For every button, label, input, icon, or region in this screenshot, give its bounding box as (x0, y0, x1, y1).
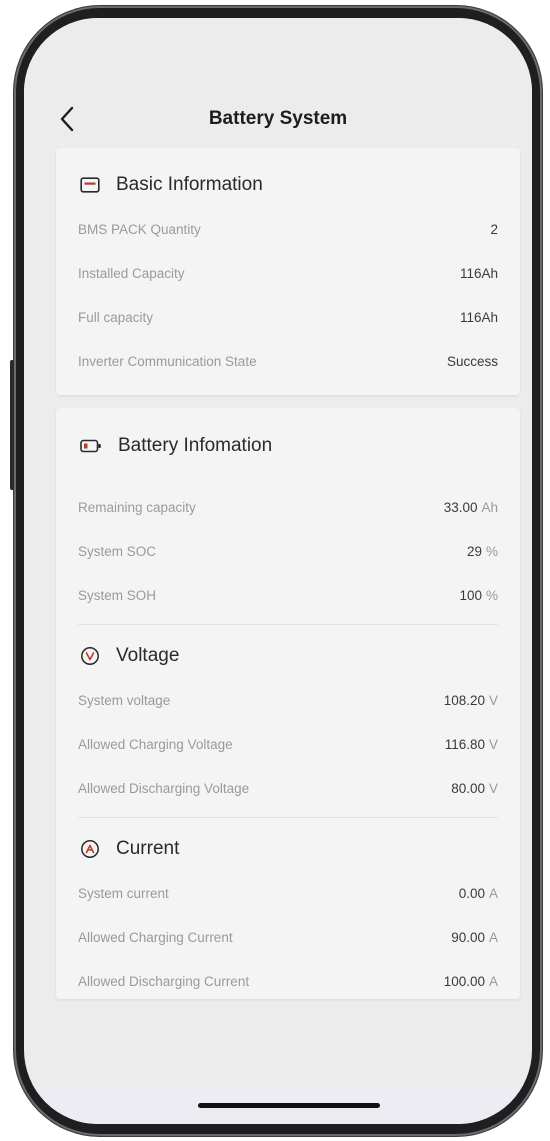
row-label: Inverter Communication State (78, 353, 257, 369)
row-value: 33.00 Ah (444, 500, 498, 515)
current-icon (81, 840, 99, 858)
row-label: System current (78, 885, 169, 901)
value-unit: V (488, 780, 498, 796)
side-button (10, 360, 14, 490)
info-row-system-voltage: System voltage 108.20 V (78, 688, 498, 712)
info-row-full-capacity: Full capacity 116Ah (78, 305, 498, 329)
row-value: 116Ah (459, 309, 498, 325)
row-value: 116.80 V (445, 737, 498, 752)
basic-information-card: Basic Information BMS PACK Quantity 2 In… (56, 148, 520, 395)
row-value: 100% (459, 588, 498, 603)
value-number: 33.00 (443, 499, 478, 515)
info-row-allowed-discharging-voltage: Allowed Discharging Voltage 80.00 V (78, 776, 498, 800)
value-number: 100.00 (443, 973, 485, 989)
value-unit: A (488, 929, 498, 945)
row-label: Installed Capacity (78, 265, 185, 281)
value-number: 108.20 (443, 692, 485, 708)
info-row-system-soc: System SOC 29% (78, 539, 498, 563)
row-label: BMS PACK Quantity (78, 221, 201, 237)
section-title: Basic Information (116, 174, 263, 195)
value-number: 29 (466, 543, 482, 559)
info-row-bms-pack-quantity: BMS PACK Quantity 2 (78, 217, 498, 241)
value-unit: A (488, 885, 498, 901)
info-row-remaining-capacity: Remaining capacity 33.00 Ah (78, 495, 498, 519)
value-unit: A (488, 973, 498, 989)
battery-information-card: Battery Infomation Remaining capacity 33… (56, 408, 520, 999)
battery-information-header: Battery Infomation (80, 431, 272, 461)
info-card-icon (80, 177, 100, 193)
info-row-inverter-communication-state: Inverter Communication State Success (78, 349, 498, 373)
row-label: System SOC (78, 543, 157, 559)
row-value: 90.00 A (451, 930, 498, 945)
row-label: Allowed Discharging Voltage (78, 780, 250, 796)
section-divider (78, 624, 498, 625)
row-value: 0.00 A (459, 886, 498, 901)
section-divider (78, 817, 498, 818)
row-value: 108.20 V (444, 693, 498, 708)
row-label: System voltage (78, 692, 171, 708)
value-unit: % (485, 587, 498, 603)
voltage-icon (81, 647, 99, 665)
app-screen: Battery System Basic Information BMS PAC… (24, 18, 532, 1124)
row-value: 80.00 V (451, 781, 498, 796)
voltage-header: Voltage (80, 641, 179, 671)
page-title: Battery System (208, 108, 348, 129)
row-value: 100.00 A (444, 974, 498, 989)
row-label: System SOH (78, 587, 157, 603)
row-label: Allowed Discharging Current (78, 973, 250, 989)
info-row-system-soh: System SOH 100% (78, 583, 498, 607)
row-label: Full capacity (78, 309, 154, 325)
current-header: Current (80, 834, 179, 864)
info-row-allowed-charging-voltage: Allowed Charging Voltage 116.80 V (78, 732, 498, 756)
section-title: Current (116, 838, 180, 859)
section-title: Voltage (116, 645, 180, 666)
value-number: 0.00 (458, 885, 485, 901)
row-value: 2 (490, 221, 498, 237)
header: Battery System (24, 18, 532, 158)
row-value: 116Ah (459, 265, 498, 281)
info-row-installed-capacity: Installed Capacity 116Ah (78, 261, 498, 285)
home-indicator[interactable] (198, 1103, 380, 1108)
value-unit: Ah (481, 499, 498, 515)
row-label: Remaining capacity (78, 499, 196, 515)
value-number: 90.00 (451, 929, 485, 945)
row-value: 29% (467, 544, 498, 559)
info-row-allowed-charging-current: Allowed Charging Current 90.00 A (78, 925, 498, 949)
section-title: Battery Infomation (118, 435, 273, 456)
row-value: Success (446, 353, 498, 369)
value-number: 100 (459, 587, 482, 603)
value-unit: V (488, 692, 498, 708)
value-number: 80.00 (451, 780, 485, 796)
value-number: 116.80 (444, 736, 485, 752)
info-row-allowed-discharging-current: Allowed Discharging Current 100.00 A (78, 969, 498, 993)
row-label: Allowed Charging Current (78, 929, 233, 945)
value-unit: V (488, 736, 498, 752)
battery-icon (80, 439, 101, 453)
info-row-system-current: System current 0.00 A (78, 881, 498, 905)
basic-information-header: Basic Information (80, 170, 263, 200)
value-unit: % (485, 543, 498, 559)
row-label: Allowed Charging Voltage (78, 736, 233, 752)
